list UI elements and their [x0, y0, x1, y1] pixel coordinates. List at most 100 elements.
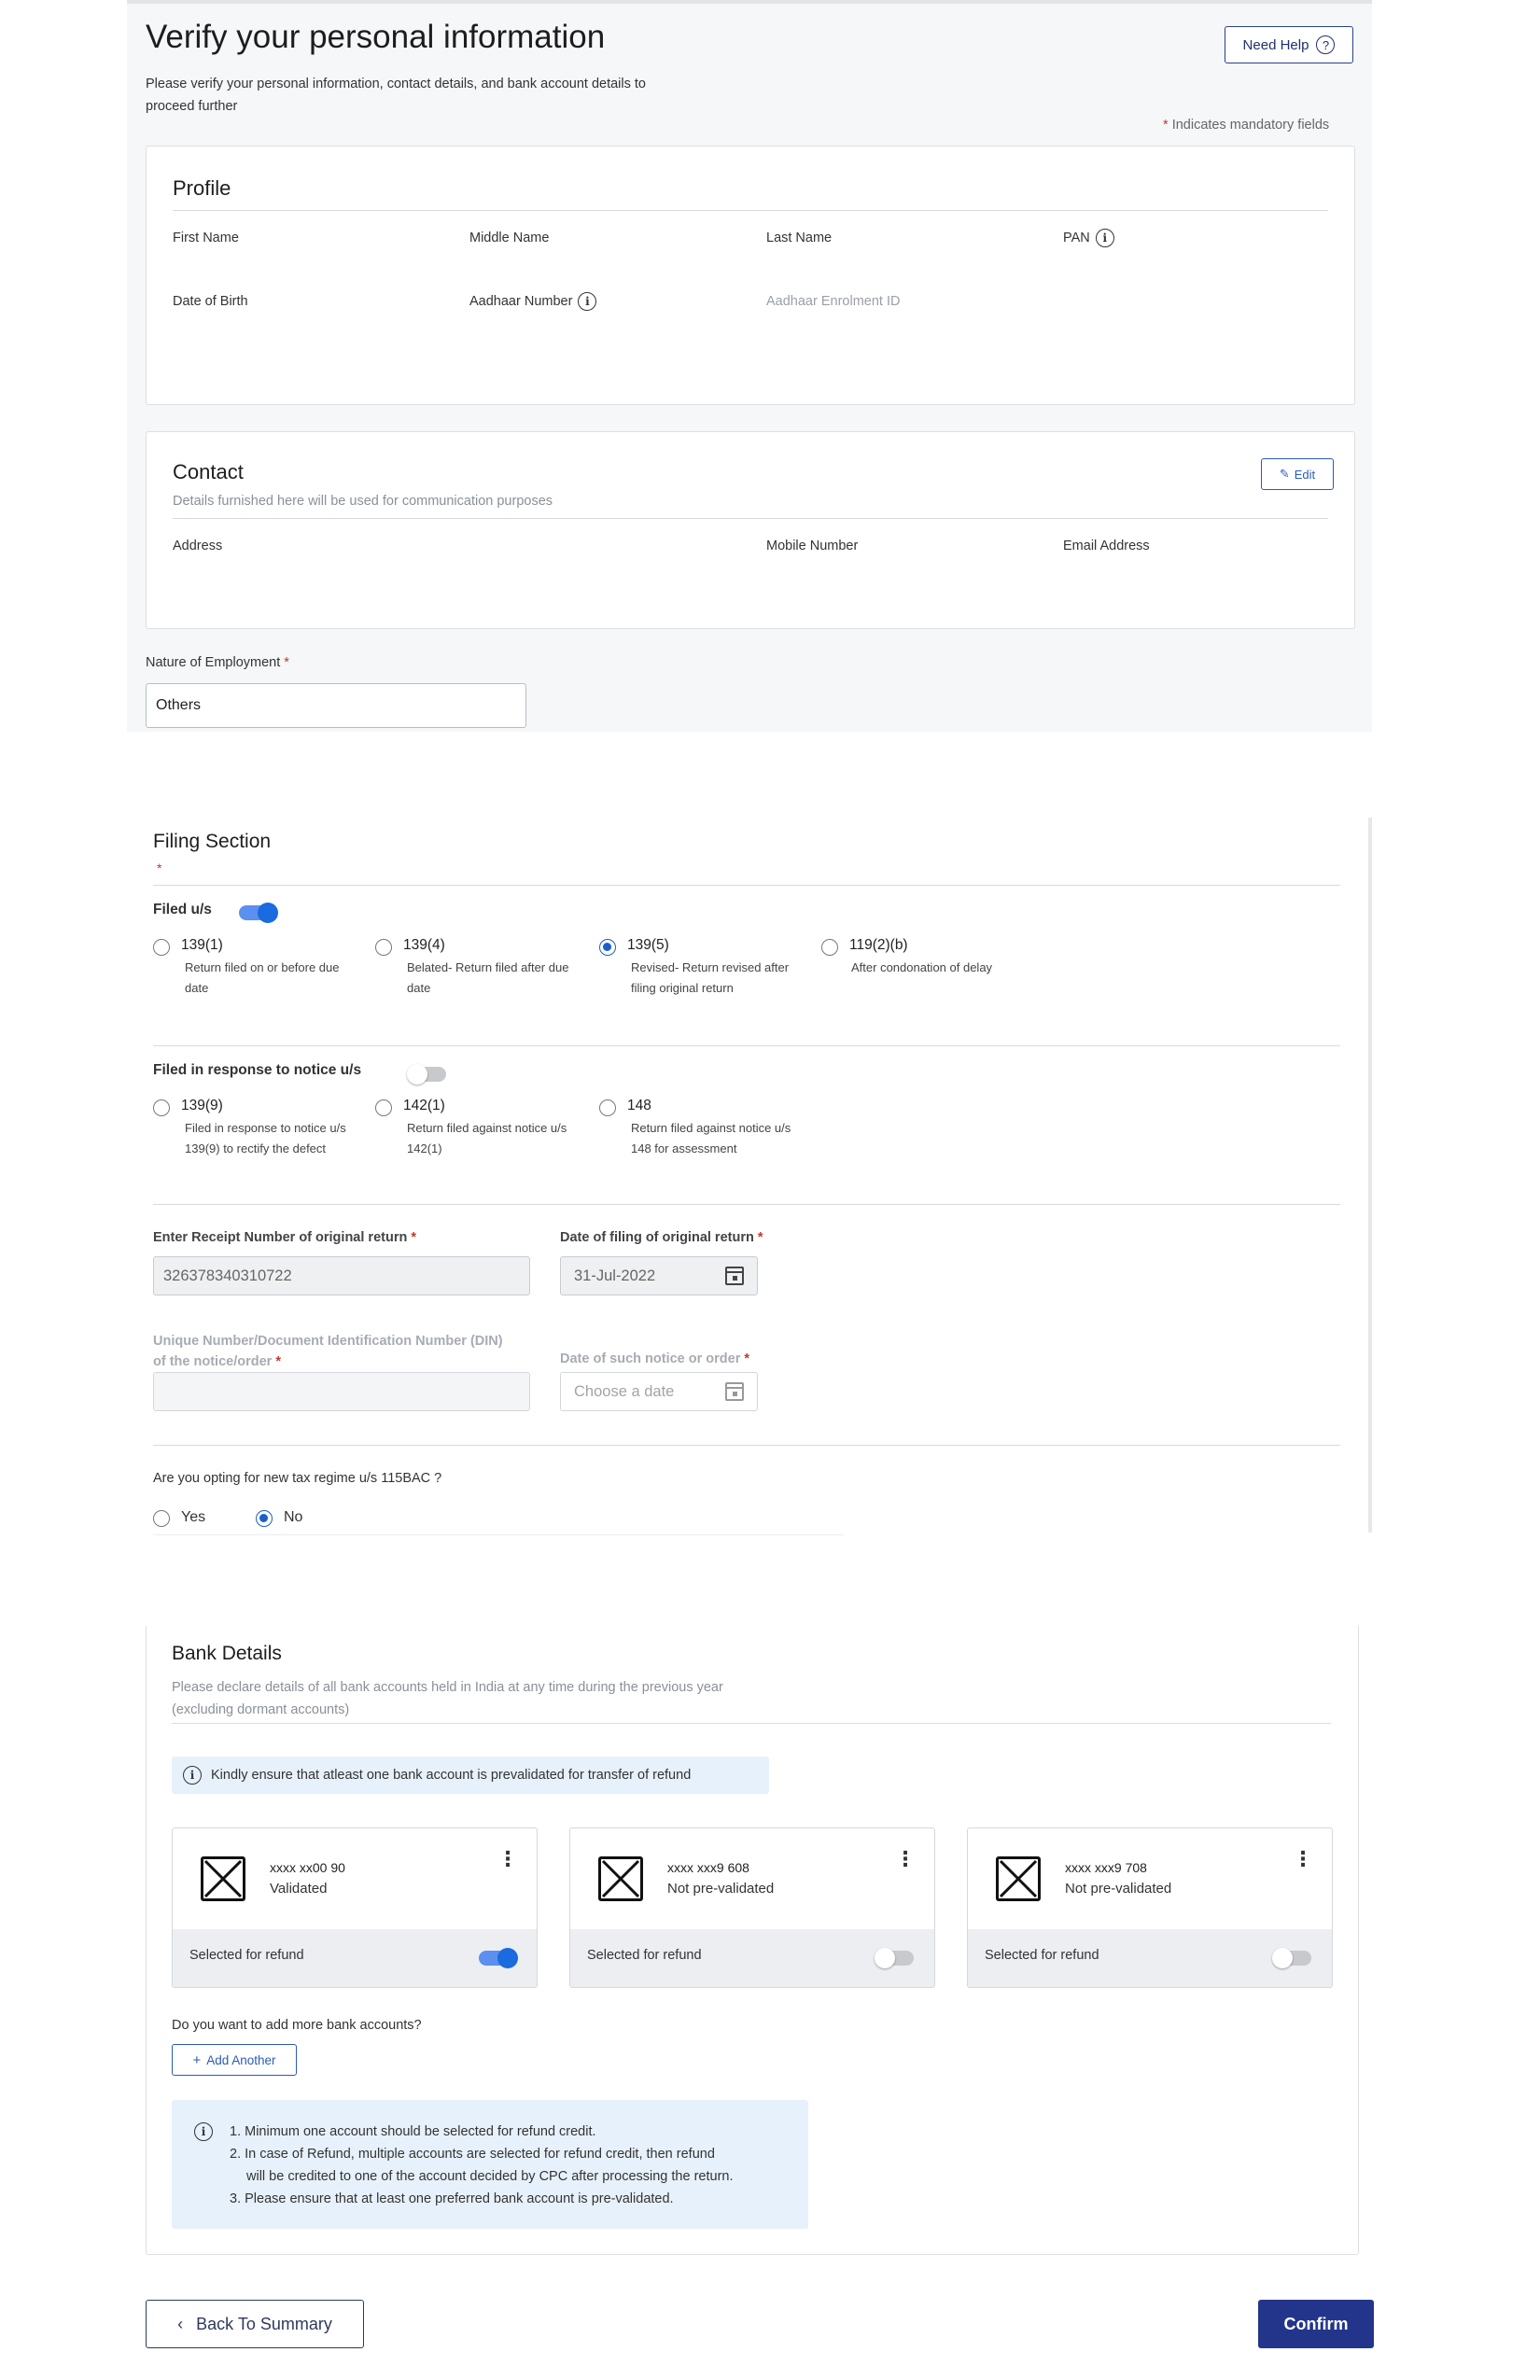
bank-info-banner-text: Kindly ensure that atleast one bank acco… — [211, 1768, 692, 1783]
refund-toggle[interactable] — [1272, 1948, 1311, 1968]
add-more-question: Do you want to add more bank accounts? — [172, 2018, 422, 2033]
refund-toggle[interactable] — [479, 1948, 518, 1968]
filing-section-panel: Filing Section * Filed u/s 139(1) Return… — [127, 818, 1372, 1535]
option-139-1-desc: Return filed on or before due date — [185, 958, 340, 999]
bank-card-footer: Selected for refund — [968, 1929, 1332, 1987]
aadhaar-info-icon[interactable]: i — [578, 292, 597, 311]
selected-for-refund-label: Selected for refund — [189, 1948, 304, 1963]
help-question-icon: ? — [1316, 35, 1336, 54]
page-subtitle: Please verify your personal information,… — [146, 73, 646, 118]
radio-139-5[interactable] — [599, 939, 616, 956]
more-options-icon[interactable]: ⋮ — [1293, 1849, 1313, 1869]
filing-required-star: * — [157, 861, 162, 875]
option-139-9-desc-line1: Filed in response to notice u/s — [185, 1121, 346, 1135]
option-139-4-desc-line1: Belated- Return filed after due — [407, 960, 569, 974]
refund-note-3: 3. Please ensure that at least one prefe… — [230, 2191, 674, 2206]
employment-label-text: Nature of Employment — [146, 655, 281, 670]
middle-name-label: Middle Name — [469, 231, 550, 245]
din-label-line2: of the notice/order * — [153, 1351, 503, 1372]
calendar-icon[interactable] — [725, 1382, 744, 1401]
notice-date-input[interactable]: Choose a date — [560, 1372, 758, 1411]
filing-divider-4 — [153, 1445, 1340, 1446]
radio-148[interactable] — [599, 1099, 616, 1116]
mandatory-note: * Indicates mandatory fields — [1163, 118, 1329, 133]
bank-account-card: xxxx xxx9 708 Not pre-validated ⋮ Select… — [967, 1827, 1333, 1988]
refund-notes-box: i 1. Minimum one account should be selec… — [172, 2100, 808, 2229]
option-148-code: 148 — [627, 1098, 651, 1113]
bank-subtitle-line1: Please declare details of all bank accou… — [172, 1680, 723, 1695]
notice-date-label: Date of such notice or order * — [560, 1351, 749, 1366]
radio-139-1[interactable] — [153, 939, 170, 956]
need-help-button[interactable]: Need Help ? — [1225, 26, 1353, 63]
bank-subtitle: Please declare details of all bank accou… — [172, 1676, 723, 1721]
employment-label: Nature of Employment * — [146, 655, 289, 670]
bank-account-number: xxxx xxx9 708 — [1065, 1860, 1147, 1875]
aadhaar-label: Aadhaar Number i — [469, 292, 597, 311]
refund-toggle[interactable] — [875, 1948, 914, 1968]
selected-for-refund-label: Selected for refund — [587, 1948, 702, 1963]
option-139-9-code: 139(9) — [181, 1098, 223, 1113]
din-label-line2-text: of the notice/order — [153, 1354, 273, 1369]
radio-139-9[interactable] — [153, 1099, 170, 1116]
edit-label: Edit — [1294, 467, 1316, 482]
confirm-button[interactable]: Confirm — [1258, 2300, 1374, 2348]
refund-note-2-continued: will be credited to one of the account d… — [246, 2169, 734, 2184]
employment-select[interactable]: Others — [146, 683, 526, 728]
pan-info-icon[interactable]: i — [1095, 229, 1114, 247]
bank-account-number: xxxx xx00 90 — [270, 1860, 345, 1875]
option-139-1-desc-line1: Return filed on or before due — [185, 960, 340, 974]
last-name-label: Last Name — [766, 231, 833, 245]
info-icon: i — [183, 1766, 202, 1785]
contact-title: Contact — [173, 460, 244, 483]
mobile-label: Mobile Number — [766, 539, 859, 553]
more-options-icon[interactable]: ⋮ — [497, 1849, 518, 1869]
info-icon: i — [194, 2122, 213, 2141]
more-options-icon[interactable]: ⋮ — [895, 1849, 916, 1869]
bank-placeholder-icon — [598, 1856, 643, 1901]
filed-us-toggle[interactable] — [239, 903, 278, 923]
bank-subtitle-line2: (excluding dormant accounts) — [172, 1702, 350, 1717]
receipt-label: Enter Receipt Number of original return … — [153, 1230, 416, 1245]
refund-note-1: 1. Minimum one account should be selecte… — [230, 2124, 596, 2139]
receipt-number-input[interactable]: 326378340310722 — [153, 1256, 530, 1295]
filing-title: Filing Section — [153, 831, 272, 852]
bank-account-card: xxxx xx00 90 Validated ⋮ Selected for re… — [172, 1827, 538, 1988]
filed-us-label: Filed u/s — [153, 902, 212, 917]
contact-edit-button[interactable]: ✎ Edit — [1261, 458, 1334, 490]
page-subtitle-line2: proceed further — [146, 99, 238, 114]
back-to-summary-button[interactable]: ‹ Back To Summary — [146, 2300, 364, 2348]
filing-date-input[interactable]: 31-Jul-2022 — [560, 1256, 758, 1295]
pencil-icon: ✎ — [1279, 467, 1290, 481]
option-148-desc-line1: Return filed against notice u/s — [631, 1121, 791, 1135]
din-input[interactable] — [153, 1372, 530, 1411]
bank-placeholder-cross — [203, 1859, 243, 1898]
filing-date-star: * — [757, 1230, 763, 1245]
option-119-2-b-code: 119(2)(b) — [849, 937, 908, 953]
refund-note-2: 2. In case of Refund, multiple accounts … — [230, 2147, 715, 2162]
mandatory-note-text: Indicates mandatory fields — [1171, 118, 1330, 133]
aadhaar-enrolment-label: Aadhaar Enrolment ID — [766, 294, 901, 309]
regime-question: Are you opting for new tax regime u/s 11… — [153, 1471, 442, 1486]
bank-account-status: Not pre-validated — [1065, 1881, 1172, 1897]
option-139-5-desc-line1: Revised- Return revised after — [631, 960, 790, 974]
pan-label-text: PAN — [1063, 230, 1090, 245]
option-119-2-b-desc: After condonation of delay — [851, 960, 993, 974]
filed-us-toggle-knob — [258, 903, 278, 923]
personal-info-panel: Verify your personal information Please … — [127, 0, 1372, 732]
notice-toggle[interactable] — [407, 1064, 446, 1085]
calendar-icon[interactable] — [725, 1267, 744, 1285]
regime-yes-radio[interactable] — [153, 1510, 170, 1527]
aadhaar-label-text: Aadhaar Number — [469, 293, 573, 309]
radio-139-4[interactable] — [375, 939, 392, 956]
refund-toggle-knob — [875, 1948, 895, 1968]
notice-date-placeholder: Choose a date — [574, 1382, 675, 1400]
profile-divider — [173, 210, 1328, 211]
regime-no-radio[interactable] — [256, 1510, 273, 1527]
add-another-button[interactable]: + Add Another — [172, 2044, 297, 2076]
radio-119-2-b[interactable] — [821, 939, 838, 956]
din-star: * — [275, 1354, 281, 1369]
option-139-9-desc: Filed in response to notice u/s 139(9) t… — [185, 1118, 346, 1159]
din-label-line1: Unique Number/Document Identification Nu… — [153, 1334, 503, 1349]
bank-card-footer: Selected for refund — [570, 1929, 934, 1987]
radio-142-1[interactable] — [375, 1099, 392, 1116]
